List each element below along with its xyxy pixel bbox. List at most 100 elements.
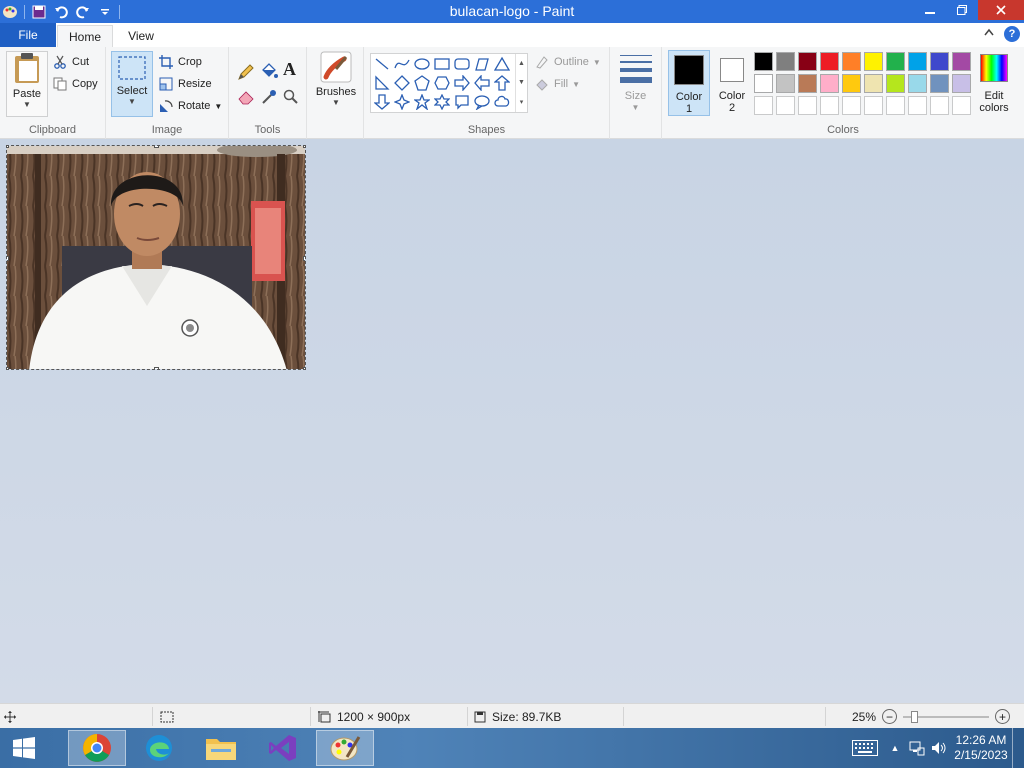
taskbar-file-explorer[interactable] bbox=[192, 730, 250, 766]
taskbar-chrome[interactable] bbox=[68, 730, 126, 766]
eraser-icon[interactable] bbox=[237, 89, 255, 108]
touch-keyboard-icon[interactable] bbox=[850, 740, 880, 756]
up-arrow-shape-icon[interactable] bbox=[493, 74, 511, 92]
restore-button[interactable] bbox=[946, 0, 978, 20]
palette-swatch[interactable] bbox=[952, 96, 971, 115]
palette-swatch[interactable] bbox=[886, 96, 905, 115]
magnifier-icon[interactable] bbox=[283, 89, 299, 108]
palette-swatch[interactable] bbox=[776, 74, 795, 93]
pencil-icon[interactable] bbox=[237, 63, 255, 84]
start-button[interactable] bbox=[0, 730, 48, 766]
right-triangle-shape-icon[interactable] bbox=[373, 74, 391, 92]
crop-button[interactable]: Crop bbox=[158, 53, 202, 71]
palette-swatch[interactable] bbox=[864, 96, 883, 115]
palette-swatch[interactable] bbox=[952, 74, 971, 93]
down-arrow-shape-icon[interactable] bbox=[373, 93, 391, 111]
left-arrow-shape-icon[interactable] bbox=[473, 74, 491, 92]
cloud-callout-shape-icon[interactable] bbox=[493, 93, 511, 111]
zoom-out-button[interactable]: − bbox=[882, 709, 897, 724]
zoom-in-button[interactable]: + bbox=[995, 709, 1010, 724]
tab-view[interactable]: View bbox=[116, 25, 166, 47]
help-icon[interactable]: ? bbox=[1004, 26, 1020, 42]
palette-swatch[interactable] bbox=[886, 52, 905, 71]
resize-handle[interactable] bbox=[6, 256, 9, 261]
palette-swatch[interactable] bbox=[798, 52, 817, 71]
palette-swatch[interactable] bbox=[842, 52, 861, 71]
pentagon-shape-icon[interactable] bbox=[413, 74, 431, 92]
clock[interactable]: 12:26 AM 2/15/2023 bbox=[950, 733, 1012, 763]
hexagon-shape-icon[interactable] bbox=[433, 74, 451, 92]
minimize-ribbon-icon[interactable] bbox=[984, 27, 994, 39]
rotate-button[interactable]: Rotate ▼ bbox=[158, 97, 222, 115]
polygon-shape-icon[interactable] bbox=[473, 55, 491, 73]
palette-swatch[interactable] bbox=[908, 74, 927, 93]
tab-file[interactable]: File bbox=[0, 23, 56, 47]
oval-shape-icon[interactable] bbox=[413, 55, 431, 73]
rounded-callout-shape-icon[interactable] bbox=[453, 93, 471, 111]
tab-home[interactable]: Home bbox=[57, 25, 113, 47]
palette-swatch[interactable] bbox=[864, 52, 883, 71]
gallery-expand-icon[interactable]: ▾ bbox=[520, 98, 524, 106]
taskbar-visual-studio[interactable] bbox=[254, 730, 312, 766]
canvas-workspace[interactable] bbox=[0, 139, 1024, 703]
color2-button[interactable]: Color 2 bbox=[712, 50, 752, 116]
palette-swatch[interactable] bbox=[930, 74, 949, 93]
palette-swatch[interactable] bbox=[908, 96, 927, 115]
line-shape-icon[interactable] bbox=[373, 55, 391, 73]
resize-handle[interactable] bbox=[154, 145, 159, 148]
resize-handle[interactable] bbox=[6, 367, 9, 370]
triangle-shape-icon[interactable] bbox=[493, 55, 511, 73]
select-button[interactable]: Select ▼ bbox=[111, 51, 153, 117]
resize-handle[interactable] bbox=[303, 256, 306, 261]
canvas-image[interactable] bbox=[6, 145, 306, 370]
fill-bucket-icon[interactable] bbox=[259, 61, 279, 84]
palette-swatch[interactable] bbox=[754, 74, 773, 93]
palette-swatch[interactable] bbox=[952, 52, 971, 71]
fill-button[interactable]: Fill ▼ bbox=[534, 75, 580, 93]
palette-swatch[interactable] bbox=[798, 74, 817, 93]
scroll-up-icon[interactable]: ▲ bbox=[518, 60, 525, 67]
resize-handle[interactable] bbox=[154, 367, 159, 370]
cut-button[interactable]: Cut bbox=[52, 53, 89, 71]
zoom-slider-thumb[interactable] bbox=[911, 711, 918, 723]
palette-swatch[interactable] bbox=[930, 52, 949, 71]
palette-swatch[interactable] bbox=[842, 96, 861, 115]
resize-handle[interactable] bbox=[6, 145, 9, 148]
rectangle-shape-icon[interactable] bbox=[433, 55, 451, 73]
show-hidden-icons-icon[interactable]: ▲ bbox=[884, 743, 906, 753]
resize-handle[interactable] bbox=[303, 367, 306, 370]
color1-button[interactable]: Color 1 bbox=[668, 50, 710, 116]
network-icon[interactable] bbox=[906, 740, 928, 756]
palette-swatch[interactable] bbox=[754, 96, 773, 115]
palette-swatch[interactable] bbox=[776, 52, 795, 71]
palette-swatch[interactable] bbox=[754, 52, 773, 71]
rounded-rectangle-shape-icon[interactable] bbox=[453, 55, 471, 73]
close-button[interactable] bbox=[978, 0, 1024, 20]
palette-swatch[interactable] bbox=[820, 74, 839, 93]
curve-shape-icon[interactable] bbox=[393, 55, 411, 73]
taskbar-edge[interactable] bbox=[130, 730, 188, 766]
palette-swatch[interactable] bbox=[886, 74, 905, 93]
five-point-star-shape-icon[interactable] bbox=[413, 93, 431, 111]
taskbar-paint[interactable] bbox=[316, 730, 374, 766]
six-point-star-shape-icon[interactable] bbox=[433, 93, 451, 111]
brushes-button[interactable]: Brushes ▼ bbox=[312, 51, 360, 117]
shapes-scrollbar[interactable]: ▲ ▼ ▾ bbox=[515, 54, 527, 112]
oval-callout-shape-icon[interactable] bbox=[473, 93, 491, 111]
four-point-star-shape-icon[interactable] bbox=[393, 93, 411, 111]
diamond-shape-icon[interactable] bbox=[393, 74, 411, 92]
volume-icon[interactable] bbox=[928, 740, 950, 756]
resize-handle[interactable] bbox=[303, 145, 306, 148]
color-picker-icon[interactable] bbox=[261, 89, 277, 108]
palette-swatch[interactable] bbox=[930, 96, 949, 115]
size-group[interactable]: Size ▼ bbox=[610, 47, 662, 139]
palette-swatch[interactable] bbox=[908, 52, 927, 71]
palette-swatch[interactable] bbox=[864, 74, 883, 93]
edit-colors-button[interactable]: Edit colors bbox=[972, 50, 1016, 116]
paste-button[interactable]: Paste ▼ bbox=[6, 51, 48, 117]
palette-swatch[interactable] bbox=[820, 96, 839, 115]
outline-button[interactable]: Outline ▼ bbox=[534, 53, 601, 71]
palette-swatch[interactable] bbox=[820, 52, 839, 71]
scroll-down-icon[interactable]: ▼ bbox=[518, 79, 525, 86]
minimize-button[interactable] bbox=[914, 0, 946, 20]
